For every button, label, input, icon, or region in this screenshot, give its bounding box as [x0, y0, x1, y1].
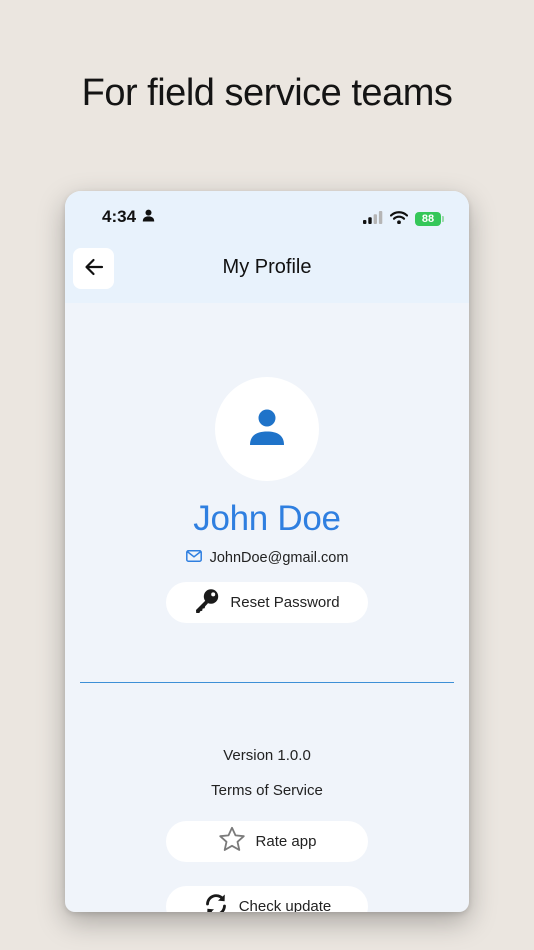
avatar-person-icon: [248, 408, 286, 450]
top-bar: 4:34 88 My Profile: [65, 191, 469, 303]
rate-app-label: Rate app: [255, 833, 317, 850]
wifi-icon: [389, 209, 409, 228]
refresh-icon: [203, 892, 229, 912]
email-row: JohnDoe@gmail.com: [65, 550, 469, 566]
user-icon: [142, 207, 155, 227]
avatar: [215, 377, 319, 481]
status-indicators: 88: [363, 209, 444, 228]
user-email: JohnDoe@gmail.com: [209, 550, 349, 566]
terms-of-service-link[interactable]: Terms of Service: [65, 782, 469, 799]
mail-icon: [185, 550, 202, 566]
phone-screen: 4:34 88 My Profile John Doe JohnDoe@gmai…: [65, 191, 469, 912]
section-divider: [80, 682, 454, 683]
key-icon: [194, 588, 220, 618]
page-title: My Profile: [222, 256, 312, 278]
rate-app-button[interactable]: Rate app: [166, 821, 368, 862]
reset-password-label: Reset Password: [230, 594, 340, 611]
version-text: Version 1.0.0: [223, 747, 311, 764]
status-time: 4:34: [102, 207, 137, 226]
user-name: John Doe: [193, 499, 341, 538]
check-update-label: Check update: [238, 898, 332, 912]
status-time-group: 4:34: [102, 207, 155, 227]
reset-password-button[interactable]: Reset Password: [166, 582, 368, 623]
check-update-button[interactable]: Check update: [166, 886, 368, 912]
star-icon: [218, 826, 246, 857]
signal-icon: [363, 209, 383, 228]
battery-icon: 88: [415, 211, 444, 226]
promo-headline: For field service teams: [81, 72, 453, 114]
battery-level: 88: [421, 212, 435, 225]
